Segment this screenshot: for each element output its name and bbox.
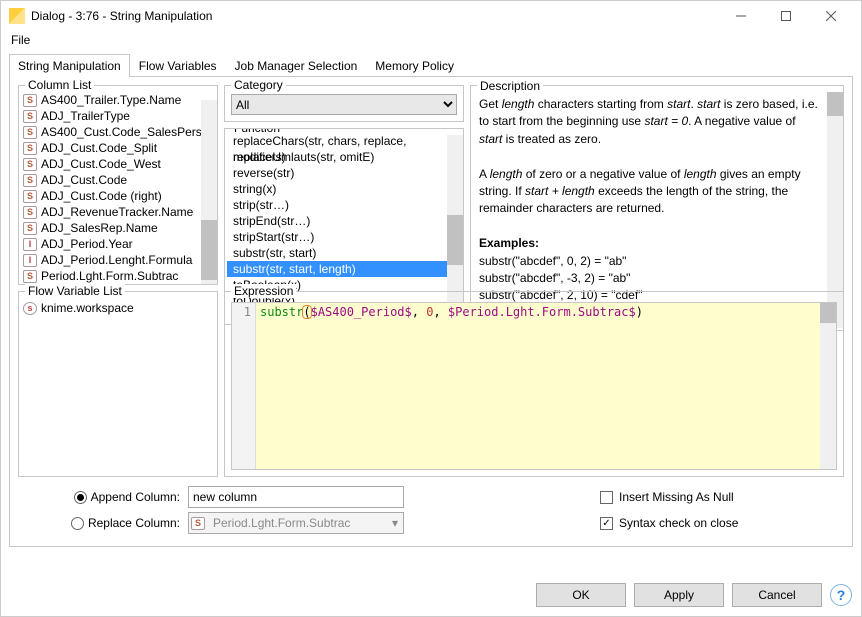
column-list-item[interactable]: SADJ_Cust.Code xyxy=(19,172,217,188)
column-list-item[interactable]: SADJ_TrailerType xyxy=(19,108,217,124)
column-list-item[interactable]: SAS400_Trailer.Type.Name xyxy=(19,92,217,108)
string-type-icon: S xyxy=(23,110,37,123)
tab-string-manipulation[interactable]: String Manipulation xyxy=(9,54,130,77)
string-type-icon: S xyxy=(23,222,37,235)
function-item[interactable]: substr(str, start, length) xyxy=(227,261,461,277)
radio-off-icon xyxy=(71,517,84,530)
string-type-icon: S xyxy=(23,174,37,187)
help-button[interactable]: ? xyxy=(830,584,852,606)
string-type-icon: S xyxy=(191,517,205,530)
integer-type-icon: I xyxy=(23,238,37,251)
append-column-input[interactable] xyxy=(188,486,404,508)
column-list-scrollbar[interactable] xyxy=(201,100,217,284)
insert-missing-checkbox[interactable]: Insert Missing As Null xyxy=(600,490,734,504)
ok-button[interactable]: OK xyxy=(536,583,626,607)
maximize-button[interactable] xyxy=(763,2,808,30)
column-list-item[interactable]: SADJ_Cust.Code (right) xyxy=(19,188,217,204)
chevron-down-icon: ▾ xyxy=(387,516,403,530)
function-item[interactable]: string(x) xyxy=(227,181,461,197)
flow-variable-box: Flow Variable List s knime.workspace xyxy=(18,291,218,477)
function-item[interactable]: reverse(str) xyxy=(227,165,461,181)
column-list-item[interactable]: SPeriod.Lght.Form.Subtrac xyxy=(19,268,217,284)
function-item[interactable]: replaceUmlauts(str, omitE) xyxy=(227,149,461,165)
minimize-button[interactable] xyxy=(718,2,763,30)
append-column-option[interactable]: Append Column: xyxy=(18,490,188,504)
expression-editor[interactable]: 1 substr($AS400_Period$, 0, $Period.Lght… xyxy=(231,302,837,470)
flow-variable-label: Flow Variable List xyxy=(25,284,125,298)
column-list-label: Column List xyxy=(25,78,94,92)
flow-var-item[interactable]: s knime.workspace xyxy=(19,300,217,316)
column-list-item[interactable]: SADJ_SalesRep.Name xyxy=(19,220,217,236)
app-icon xyxy=(9,8,25,24)
column-list-item[interactable]: IADJ_Period.Lenght.Formula xyxy=(19,252,217,268)
column-list-item[interactable]: SADJ_Cust.Code_West xyxy=(19,156,217,172)
editor-scrollbar[interactable] xyxy=(820,303,836,469)
menu-bar: File xyxy=(1,31,861,53)
code-area[interactable]: substr($AS400_Period$, 0, $Period.Lght.F… xyxy=(256,303,836,469)
function-item[interactable]: replaceChars(str, chars, replace, modifi… xyxy=(227,133,461,149)
flow-variable-list[interactable]: s knime.workspace xyxy=(19,292,217,476)
cancel-button[interactable]: Cancel xyxy=(732,583,822,607)
window-title: Dialog - 3:76 - String Manipulation xyxy=(31,9,718,23)
function-item[interactable]: substr(str, start) xyxy=(227,245,461,261)
function-item[interactable]: stripEnd(str…) xyxy=(227,213,461,229)
function-list[interactable]: replaceChars(str, chars, replace, modifi… xyxy=(227,133,461,309)
string-type-icon: S xyxy=(23,142,37,155)
output-options: Append Column: Replace Column: S Period.… xyxy=(18,484,844,536)
tab-flow-variables[interactable]: Flow Variables xyxy=(130,54,226,77)
string-type-icon: S xyxy=(23,158,37,171)
string-type-icon: S xyxy=(23,190,37,203)
column-list[interactable]: SAS400_Trailer.Type.NameSADJ_TrailerType… xyxy=(19,86,217,284)
string-type-icon: S xyxy=(23,94,37,107)
menu-file[interactable]: File xyxy=(7,31,34,49)
description-text: Get length characters starting from star… xyxy=(479,96,819,322)
syntax-check-checkbox[interactable]: Syntax check on close xyxy=(600,516,738,530)
replace-column-option[interactable]: Replace Column: xyxy=(18,516,188,530)
string-type-icon: S xyxy=(23,206,37,219)
title-bar: Dialog - 3:76 - String Manipulation xyxy=(1,1,861,31)
line-gutter: 1 xyxy=(232,303,256,469)
tab-memory-policy[interactable]: Memory Policy xyxy=(366,54,463,77)
expression-label: Expression xyxy=(231,284,296,298)
replace-column-select: S Period.Lght.Form.Subtrac ▾ xyxy=(188,512,404,534)
function-label: Function xyxy=(231,128,283,135)
category-box: Category All xyxy=(224,85,464,122)
tab-strip: String Manipulation Flow Variables Job M… xyxy=(9,53,853,77)
tab-job-manager[interactable]: Job Manager Selection xyxy=(226,54,367,77)
close-button[interactable] xyxy=(808,2,853,30)
string-type-icon: S xyxy=(23,270,37,283)
column-list-item[interactable]: SAS400_Cust.Code_SalesPerson xyxy=(19,124,217,140)
description-label: Description xyxy=(477,78,543,95)
apply-button[interactable]: Apply xyxy=(634,583,724,607)
string-type-icon: S xyxy=(23,126,37,139)
column-list-item[interactable]: SADJ_Cust.Code_Split xyxy=(19,140,217,156)
radio-on-icon xyxy=(74,491,87,504)
category-select[interactable]: All xyxy=(231,94,457,115)
expression-box: Expression 1 substr($AS400_Period$, 0, $… xyxy=(224,291,844,477)
integer-type-icon: I xyxy=(23,254,37,267)
function-item[interactable]: stripStart(str…) xyxy=(227,229,461,245)
column-list-item[interactable]: SADJ_RevenueTracker.Name xyxy=(19,204,217,220)
function-item[interactable]: strip(str…) xyxy=(227,197,461,213)
column-list-item[interactable]: IADJ_Period.Year xyxy=(19,236,217,252)
dialog-buttons: OK Apply Cancel ? xyxy=(536,583,852,607)
category-label: Category xyxy=(231,78,286,92)
tab-panel: Column List SAS400_Trailer.Type.NameSADJ… xyxy=(9,77,853,547)
string-var-icon: s xyxy=(23,302,37,315)
column-list-box: Column List SAS400_Trailer.Type.NameSADJ… xyxy=(18,85,218,285)
